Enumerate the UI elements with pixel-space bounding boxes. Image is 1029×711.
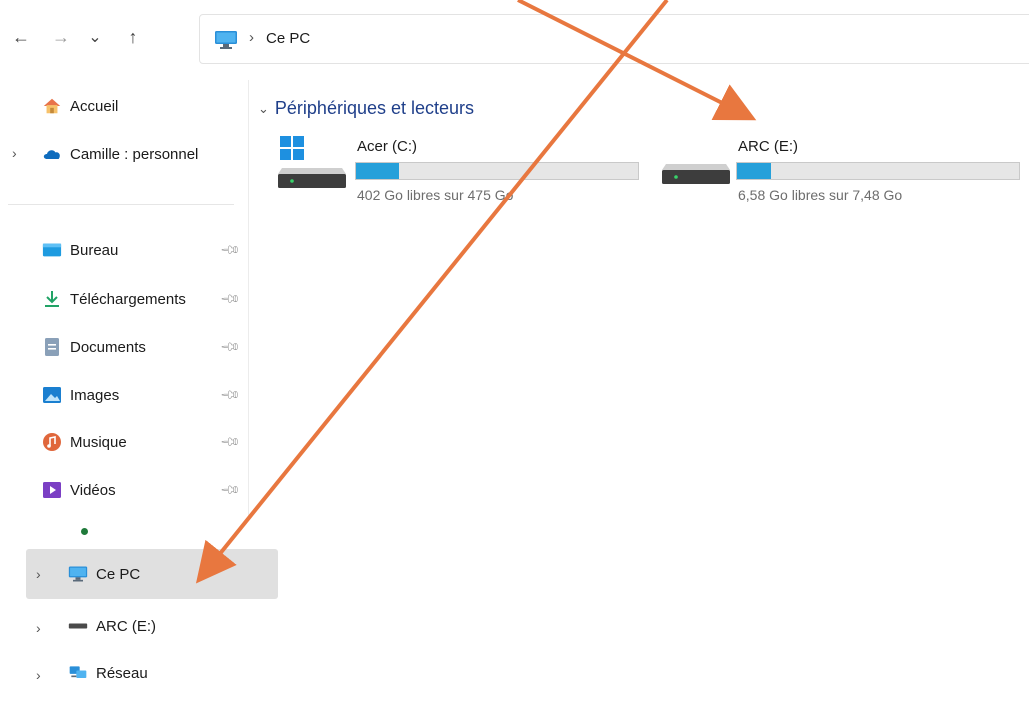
drive-name: ARC (E:): [738, 138, 798, 155]
onedrive-cloud-icon: [42, 144, 62, 164]
pc-icon: [68, 564, 88, 584]
chevron-right-icon[interactable]: ›: [36, 566, 41, 582]
annotation-arrows: [195, 0, 757, 584]
music-icon: [42, 432, 62, 452]
sidebar-divider: [248, 80, 249, 520]
sidebar-item-label: Camille : personnel: [70, 145, 199, 163]
pin-icon[interactable]: 📌︎: [219, 288, 241, 311]
pin-icon[interactable]: 📌︎: [219, 384, 241, 407]
annotation-arrow-to-ce-pc: [195, 0, 669, 584]
pin-icon[interactable]: 📌︎: [219, 479, 241, 502]
selected-item-highlight: [26, 549, 278, 599]
sidebar-item-videos[interactable]: Vidéos: [42, 476, 116, 504]
back-button[interactable]: ←: [8, 24, 34, 50]
back-arrow-icon: ←: [12, 26, 30, 47]
up-arrow-icon: ↑: [128, 26, 138, 47]
pc-icon: [214, 30, 238, 55]
sidebar-item-arc-e[interactable]: ARC (E:): [68, 612, 156, 640]
sidebar-item-ce-pc[interactable]: Ce PC: [68, 560, 140, 588]
drive-icon: [68, 616, 88, 636]
hdd-icon: [662, 164, 730, 184]
forward-arrow-icon: →: [52, 26, 70, 47]
recent-locations-button[interactable]: ⌄: [82, 24, 108, 50]
sidebar-item-label: Vidéos: [70, 481, 116, 499]
sidebar-item-label: Réseau: [96, 664, 148, 682]
videos-icon: [42, 480, 62, 500]
free-space-text: 402 Go libres sur 475 Go: [357, 187, 514, 203]
sidebar-item-images[interactable]: Images: [42, 381, 119, 409]
breadcrumb-separator: ›: [249, 29, 254, 46]
breadcrumb-ce-pc[interactable]: Ce PC: [266, 30, 310, 47]
sidebar-item-label: Images: [70, 386, 120, 404]
sidebar-item-reseau[interactable]: Réseau: [68, 659, 148, 687]
section-title: Périphériques et lecteurs: [274, 98, 475, 118]
forward-button[interactable]: →: [48, 24, 74, 50]
sidebar-item-accueil[interactable]: Accueil: [42, 92, 118, 120]
sidebar-item-label: Accueil: [70, 97, 119, 115]
chevron-right-icon[interactable]: ›: [12, 145, 17, 161]
free-space-text: 6,58 Go libres sur 7,48 Go: [738, 187, 903, 203]
sidebar-item-musique[interactable]: Musique: [42, 428, 127, 456]
desktop-folder-icon: [42, 240, 62, 260]
images-icon: [42, 385, 62, 405]
home-icon: [42, 96, 62, 116]
storage-bar-fill: [737, 163, 771, 179]
windows-drive-icon: [278, 136, 346, 188]
chevron-down-icon: ⌄: [258, 100, 269, 116]
sidebar-item-label: Téléchargements: [70, 290, 186, 308]
sidebar-item-label: Bureau: [70, 241, 119, 259]
sidebar-item-onedrive[interactable]: Camille : personnel: [42, 140, 198, 168]
documents-icon: [42, 337, 62, 357]
pin-icon[interactable]: 📌︎: [219, 336, 241, 359]
hidden-item-indicator: [81, 528, 88, 535]
sidebar-separator: [8, 204, 234, 205]
pin-icon[interactable]: 📌︎: [219, 431, 241, 454]
sidebar-item-label: Ce PC: [96, 565, 141, 583]
network-icon: [68, 663, 88, 683]
chevron-right-icon[interactable]: ›: [36, 620, 41, 636]
chevron-down-icon: ⌄: [88, 29, 102, 46]
sidebar-item-telechargements[interactable]: Téléchargements: [42, 285, 186, 313]
download-icon: [42, 289, 62, 309]
section-header-devices[interactable]: ⌄ Périphériques et lecteurs: [258, 98, 474, 119]
sidebar-item-label: Documents: [70, 338, 146, 356]
sidebar-item-documents[interactable]: Documents: [42, 333, 146, 361]
chevron-right-icon[interactable]: ›: [36, 667, 41, 683]
storage-bar: [736, 162, 1020, 180]
sidebar-item-bureau[interactable]: Bureau: [42, 236, 118, 264]
sidebar-item-label: ARC (E:): [96, 617, 156, 635]
sidebar-item-label: Musique: [70, 433, 127, 451]
drive-name: Acer (C:): [357, 138, 417, 155]
pin-icon[interactable]: 📌︎: [219, 239, 241, 262]
address-bar[interactable]: › Ce PC: [199, 14, 1029, 64]
storage-bar-fill: [356, 163, 400, 179]
up-button[interactable]: ↑: [120, 24, 146, 50]
storage-bar: [355, 162, 639, 180]
